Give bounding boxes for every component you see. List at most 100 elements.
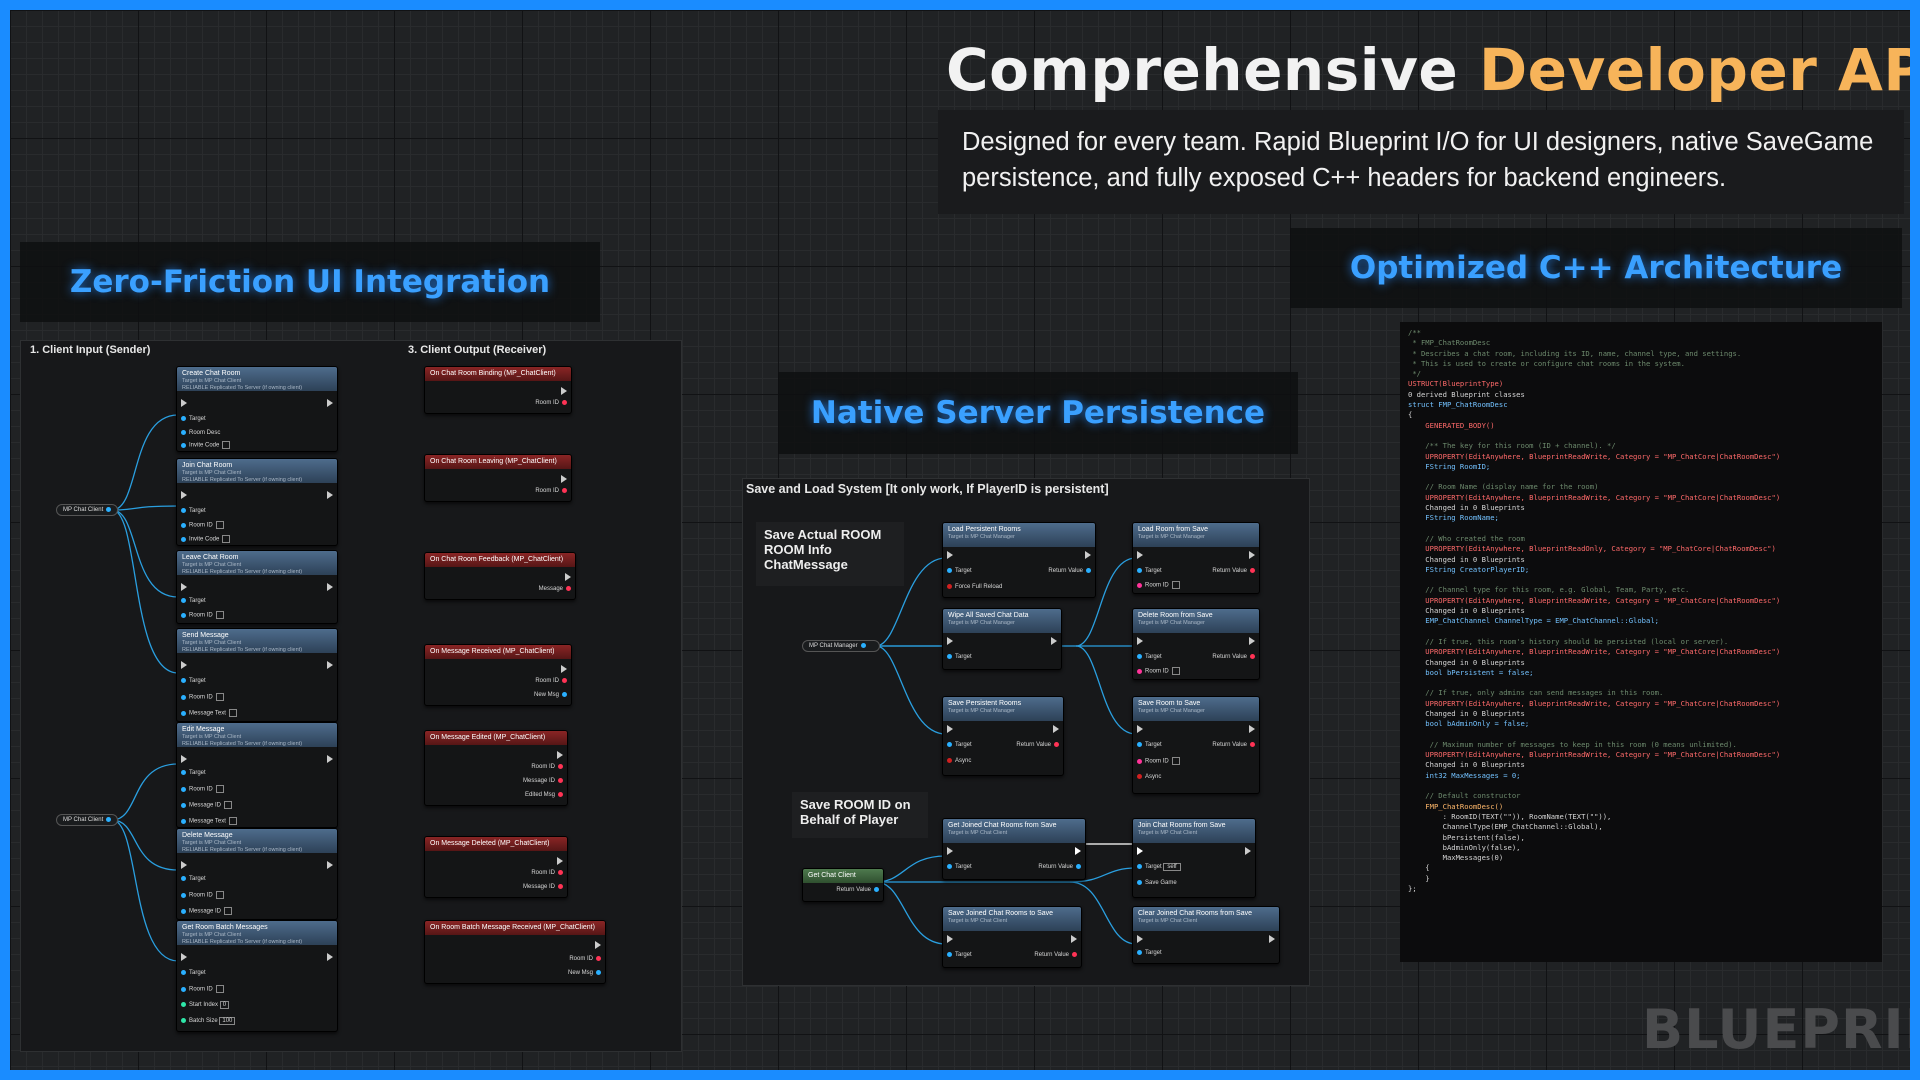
- pin-return-value[interactable]: Return Value: [1016, 741, 1059, 749]
- clear-joined-chat-rooms-from-save-node[interactable]: Clear Joined Chat Rooms from Save Target …: [1132, 906, 1280, 964]
- code-line: MaxMessages(0): [1408, 853, 1504, 863]
- exec-out-icon[interactable]: [1249, 551, 1255, 559]
- code-line: }: [1408, 873, 1430, 883]
- code-line: */: [1408, 369, 1421, 379]
- join-chat-rooms-from-save-node[interactable]: Join Chat Rooms from Save Target is MP Ch…: [1132, 818, 1256, 898]
- node-subtitle: Target is MP Chat Client: [1138, 830, 1198, 836]
- mp-chat-manager-variable[interactable]: MP Chat Manager: [802, 640, 880, 653]
- pin-icon: [947, 757, 952, 763]
- checkbox[interactable]: [1171, 667, 1180, 675]
- node-subtitle: Target is MP Chat Manager: [948, 620, 1015, 626]
- pin-target[interactable]: Target: [947, 741, 972, 749]
- pin-force-full-reload[interactable]: Force Full Reload: [947, 583, 1002, 591]
- pin-room-id[interactable]: Room ID: [1137, 581, 1180, 590]
- pin-target[interactable]: Target: [1137, 653, 1162, 661]
- pin-room-id[interactable]: Room ID: [1137, 757, 1180, 766]
- pin-icon: [860, 643, 866, 648]
- pin-target[interactable]: Target: [947, 653, 972, 661]
- pin-icon: [1054, 741, 1059, 747]
- pin-icon: [1076, 863, 1081, 869]
- exec-out-icon[interactable]: [1249, 637, 1255, 645]
- pin-return-value[interactable]: Return Value: [836, 886, 879, 894]
- node-subtitle: Target is MP Chat Manager: [948, 534, 1015, 540]
- node-subtitle: Target is MP Chat Manager: [1138, 534, 1205, 540]
- pin-icon: [1137, 949, 1142, 955]
- cpp-code-panel[interactable]: /** * FMP_ChatRoomDesc * Describes a cha…: [1400, 322, 1882, 962]
- pin-return-value[interactable]: Return Value: [1034, 951, 1077, 959]
- exec-out-icon[interactable]: [1269, 935, 1275, 943]
- pin-save-game[interactable]: Save Game: [1137, 879, 1177, 887]
- self-tag: self: [1163, 863, 1181, 871]
- pin-icon: [947, 951, 952, 957]
- exec-in-icon[interactable]: [1137, 847, 1143, 855]
- exec-out-icon[interactable]: [1075, 847, 1081, 855]
- exec-in-icon[interactable]: [947, 725, 953, 733]
- pin-return-value[interactable]: Return Value: [1048, 567, 1091, 575]
- delete-room-from-save-node[interactable]: Delete Room from Save Target is MP Chat M…: [1132, 608, 1260, 680]
- exec-out-icon[interactable]: [1051, 637, 1057, 645]
- get-chat-client-node[interactable]: Get Chat Client Return Value: [802, 868, 884, 902]
- exec-in-icon[interactable]: [1137, 551, 1143, 559]
- pin-target[interactable]: Target: [1137, 949, 1162, 957]
- node-header: Save Joined Chat Rooms to Save Target is …: [943, 907, 1081, 931]
- pin-target[interactable]: Target: [1137, 741, 1162, 749]
- pin-target[interactable]: Target: [947, 863, 972, 871]
- code-line: * Describes a chat room, including its I…: [1408, 348, 1742, 358]
- code-line: * FMP_ChatRoomDesc: [1408, 338, 1491, 348]
- checkbox[interactable]: [1171, 757, 1180, 765]
- pin-icon: [1250, 653, 1255, 659]
- blueprint-graph-canvas[interactable]: Comprehensive Developer API Designed for…: [10, 10, 1910, 1070]
- pin-room-id[interactable]: Room ID: [1137, 667, 1180, 676]
- exec-out-icon[interactable]: [1053, 725, 1059, 733]
- pin-return-value[interactable]: Return Value: [1038, 863, 1081, 871]
- exec-out-icon[interactable]: [1071, 935, 1077, 943]
- pin-target[interactable]: Target self: [1137, 863, 1181, 871]
- node-subtitle: Target is MP Chat Client: [948, 830, 1008, 836]
- pin-async[interactable]: Async: [1137, 773, 1161, 781]
- pin-target[interactable]: Target: [947, 567, 972, 575]
- node-subtitle: Target is MP Chat Manager: [1138, 708, 1205, 714]
- pin-async[interactable]: Async: [947, 757, 971, 765]
- exec-in-icon[interactable]: [947, 551, 953, 559]
- exec-out-icon[interactable]: [1245, 847, 1251, 855]
- exec-in-icon[interactable]: [1137, 637, 1143, 645]
- get-joined-chat-rooms-from-save-node[interactable]: Get Joined Chat Rooms from Save Target is…: [942, 818, 1086, 880]
- save-joined-chat-rooms-to-save-node[interactable]: Save Joined Chat Rooms to Save Target is …: [942, 906, 1082, 968]
- exec-out-icon[interactable]: [1085, 551, 1091, 559]
- pin-target[interactable]: Target: [1137, 567, 1162, 575]
- save-persistent-rooms-node[interactable]: Save Persistent Rooms Target is MP Chat M…: [942, 696, 1064, 776]
- code-line: UPROPERTY(EditAnywhere, BlueprintReadWri…: [1408, 595, 1781, 605]
- code-line: ChannelType(EMP_ChatChannel::Global),: [1408, 822, 1603, 832]
- node-header: Save Persistent Rooms Target is MP Chat M…: [943, 697, 1063, 721]
- checkbox[interactable]: [1171, 581, 1180, 589]
- code-line: {: [1408, 863, 1430, 873]
- pin-icon: [1137, 668, 1142, 674]
- wipe-all-saved-chat-data-node[interactable]: Wipe All Saved Chat Data Target is MP Cha…: [942, 608, 1062, 670]
- load-persistent-rooms-node[interactable]: Load Persistent Rooms Target is MP Chat M…: [942, 522, 1096, 598]
- node-subtitle: Target is MP Chat Manager: [1138, 620, 1205, 626]
- exec-in-icon[interactable]: [947, 637, 953, 645]
- exec-in-icon[interactable]: [947, 847, 953, 855]
- exec-in-icon[interactable]: [1137, 935, 1143, 943]
- node-title: Delete Room from Save: [1138, 612, 1213, 619]
- pin-icon: [1137, 653, 1142, 659]
- code-line: UPROPERTY(EditAnywhere, BlueprintReadWri…: [1408, 750, 1781, 760]
- load-room-from-save-node[interactable]: Load Room from Save Target is MP Chat Man…: [1132, 522, 1260, 594]
- pin-return-value[interactable]: Return Value: [1212, 653, 1255, 661]
- pin-icon: [947, 567, 952, 573]
- code-line: USTRUCT(BlueprintType): [1408, 379, 1504, 389]
- save-room-to-save-node[interactable]: Save Room to Save Target is MP Chat Manag…: [1132, 696, 1260, 794]
- code-line: Changed in 0 Blueprints: [1408, 554, 1525, 564]
- pin-icon: [1137, 582, 1142, 588]
- pin-icon: [1072, 951, 1077, 957]
- exec-in-icon[interactable]: [947, 935, 953, 943]
- code-line: * This is used to create or configure ch…: [1408, 358, 1685, 368]
- code-line: Changed in 0 Blueprints: [1408, 760, 1525, 770]
- exec-out-icon[interactable]: [1249, 725, 1255, 733]
- pin-return-value[interactable]: Return Value: [1212, 741, 1255, 749]
- pin-target[interactable]: Target: [947, 951, 972, 959]
- pin-return-value[interactable]: Return Value: [1212, 567, 1255, 575]
- pin-icon: [874, 886, 879, 892]
- code-line: FMP_ChatRoomDesc(): [1408, 801, 1504, 811]
- exec-in-icon[interactable]: [1137, 725, 1143, 733]
